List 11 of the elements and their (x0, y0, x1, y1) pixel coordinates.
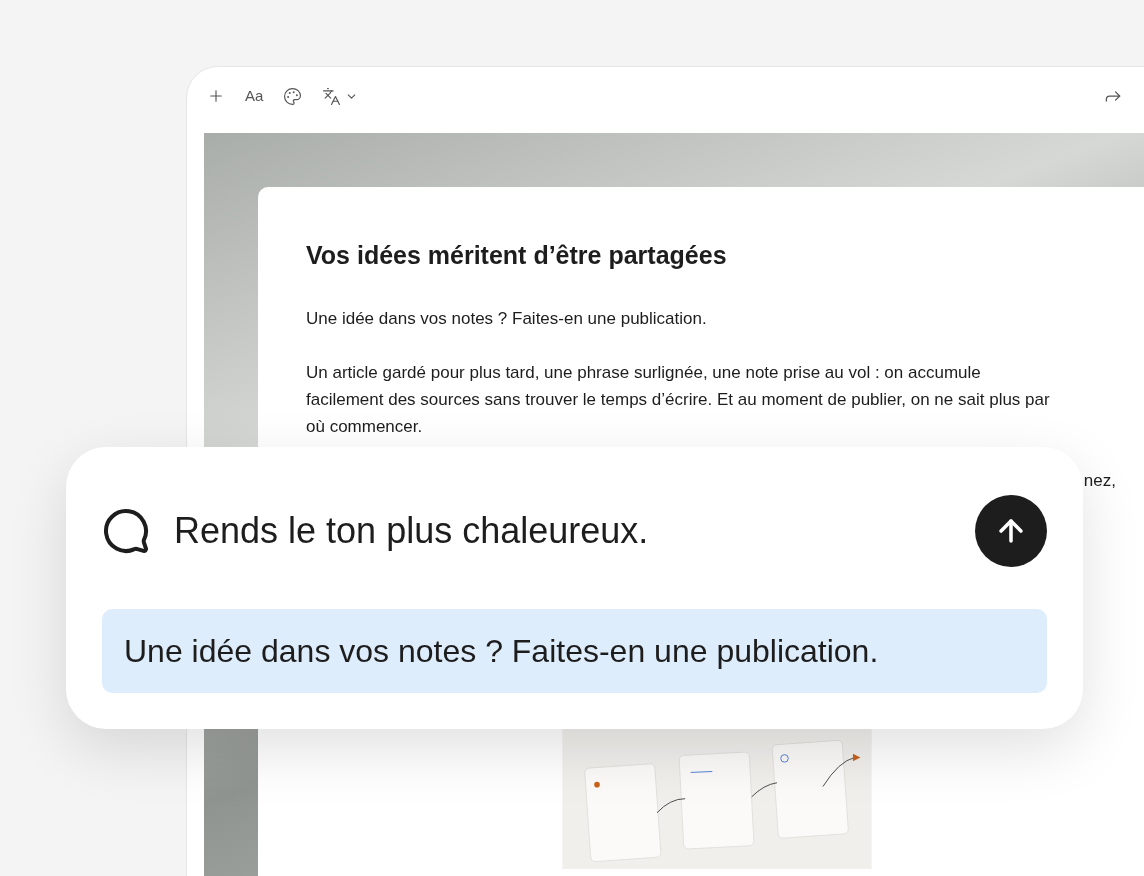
paragraph: Un article gardé pour plus tard, une phrase surlignée, une note prise au vol : on accumule facilement des sources sans trouver le temps d’écrire. Et au moment de publier, on ne sait plus par où commencer. (306, 361, 1051, 438)
palette-icon[interactable] (283, 86, 303, 106)
document-title: Vos idées méritent d’être partagées (306, 240, 728, 271)
translate-icon[interactable] (322, 86, 342, 106)
selected-text: Une idée dans vos notes ? Faites-en une publication. (102, 609, 1047, 693)
chat-bubble-icon (102, 507, 150, 555)
text-format-button[interactable]: Aa (245, 84, 264, 108)
prompt-text: Rends le ton plus chaleureux. (174, 509, 650, 553)
paragraph: nez, (1082, 469, 1116, 492)
add-icon[interactable] (207, 87, 225, 105)
paragraph: Une idée dans vos notes ? Faites-en une publication. (306, 307, 708, 330)
